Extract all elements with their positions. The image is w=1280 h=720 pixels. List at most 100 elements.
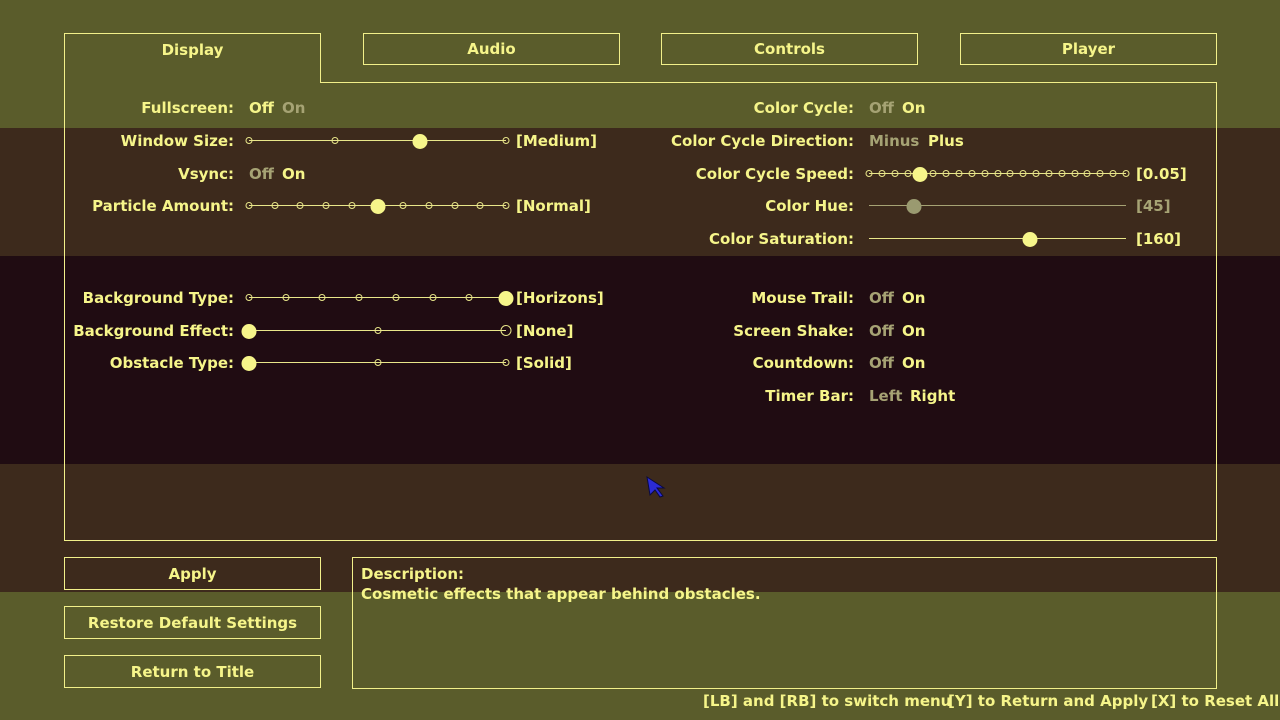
slider-track [869, 238, 1126, 239]
color-saturation-value: [160] [1136, 230, 1182, 248]
slider-knob[interactable] [906, 199, 922, 214]
color-hue-slider[interactable] [869, 196, 1126, 216]
description-box: Description: Cosmetic effects that appea… [352, 557, 1217, 689]
obstacle-type-slider[interactable] [241, 353, 510, 373]
slider-knob[interactable] [912, 167, 928, 182]
tab-display[interactable]: Display [64, 33, 321, 83]
slider-step-marker [502, 359, 510, 366]
obstacle-type-label: Obstacle Type: [109, 354, 234, 372]
mouse-cursor-icon [646, 476, 666, 498]
slider-step-marker [245, 294, 253, 301]
fullscreen-label: Fullscreen: [141, 99, 234, 117]
slider-step-marker [1045, 170, 1053, 177]
slider-step-marker [1096, 170, 1104, 177]
fullscreen-on-option[interactable]: On [282, 99, 305, 117]
timer-bar-left-option[interactable]: Left [869, 387, 902, 405]
window-size-label: Window Size: [120, 132, 234, 150]
color-hue-value: [45] [1136, 197, 1171, 215]
apply-button[interactable]: Apply [64, 557, 321, 590]
color-cycle-speed-slider[interactable] [865, 164, 1130, 184]
tab-player[interactable]: Player [960, 33, 1217, 65]
slider-step-marker [318, 294, 326, 301]
slider-step-marker [865, 170, 873, 177]
color-cycle-speed-value: [0.05] [1136, 165, 1187, 183]
tab-audio[interactable]: Audio [363, 33, 620, 65]
description-text: Cosmetic effects that appear behind obst… [361, 585, 761, 603]
slider-knob[interactable] [241, 356, 257, 371]
background-type-label: Background Type: [82, 289, 234, 307]
slider-step-marker [476, 202, 484, 209]
color-cycle-direction-minus-option[interactable]: Minus [869, 132, 919, 150]
fullscreen-off-option[interactable]: Off [249, 99, 274, 117]
vsync-on-option[interactable]: On [282, 165, 305, 183]
description-title: Description: [361, 565, 465, 583]
slider-knob[interactable] [1022, 232, 1038, 247]
slider-step-marker [1109, 170, 1117, 177]
background-effect-label: Background Effect: [73, 322, 234, 340]
slider-step-marker [968, 170, 976, 177]
slider-knob[interactable] [370, 199, 385, 214]
slider-knob[interactable] [498, 291, 514, 306]
slider-step-marker [355, 294, 363, 301]
slider-step-marker [322, 202, 330, 209]
countdown-on-option[interactable]: On [902, 354, 925, 372]
slider-knob[interactable] [241, 324, 257, 339]
mouse-trail-on-option[interactable]: On [902, 289, 925, 307]
color-cycle-direction-label: Color Cycle Direction: [671, 132, 854, 150]
slider-step-marker [981, 170, 989, 177]
slider-step-marker [296, 202, 304, 209]
slider-step-marker [1122, 170, 1130, 177]
slider-step-marker [1032, 170, 1040, 177]
slider-step-marker [878, 170, 886, 177]
color-saturation-slider[interactable] [869, 229, 1126, 249]
slider-step-marker [348, 202, 356, 209]
slider-track [249, 140, 506, 141]
color-cycle-speed-label: Color Cycle Speed: [695, 165, 854, 183]
slider-step-marker [374, 359, 381, 366]
slider-step-marker [1083, 170, 1091, 177]
background-type-slider[interactable] [245, 288, 514, 308]
slider-step-marker [1071, 170, 1079, 177]
slider-step-marker [245, 137, 253, 144]
timer-bar-right-option[interactable]: Right [910, 387, 955, 405]
screen-shake-label: Screen Shake: [733, 322, 854, 340]
vsync-off-option[interactable]: Off [249, 165, 274, 183]
slider-step-marker [1006, 170, 1014, 177]
particle-amount-value: [Normal] [516, 197, 591, 215]
color-cycle-direction-plus-option[interactable]: Plus [928, 132, 964, 150]
mouse-trail-off-option[interactable]: Off [869, 289, 894, 307]
settings-panel [64, 82, 1217, 541]
slider-step-marker [904, 170, 912, 177]
window-size-slider[interactable] [245, 131, 510, 151]
slider-knob[interactable] [412, 134, 428, 149]
mouse-trail-label: Mouse Trail: [751, 289, 854, 307]
background-effect-slider[interactable] [241, 321, 512, 341]
color-hue-label: Color Hue: [765, 197, 854, 215]
screen-shake-off-option[interactable]: Off [869, 322, 894, 340]
slider-step-marker [282, 294, 290, 301]
hint-switch-menu: [LB] and [RB] to switch menu [703, 692, 952, 710]
color-cycle-off-option[interactable]: Off [869, 99, 894, 117]
slider-step-marker [399, 202, 407, 209]
particle-amount-slider[interactable] [245, 196, 510, 216]
tab-controls[interactable]: Controls [661, 33, 918, 65]
return-to-title-button[interactable]: Return to Title [64, 655, 321, 688]
color-cycle-label: Color Cycle: [753, 99, 854, 117]
screen-shake-on-option[interactable]: On [902, 322, 925, 340]
slider-step-marker [1019, 170, 1027, 177]
window-size-value: [Medium] [516, 132, 597, 150]
vsync-label: Vsync: [178, 165, 234, 183]
restore-default-settings-button[interactable]: Restore Default Settings [64, 606, 321, 639]
countdown-label: Countdown: [752, 354, 854, 372]
countdown-off-option[interactable]: Off [869, 354, 894, 372]
slider-step-marker [929, 170, 937, 177]
slider-step-marker [502, 202, 510, 209]
color-cycle-on-option[interactable]: On [902, 99, 925, 117]
slider-step-marker [500, 325, 512, 336]
slider-step-marker [891, 170, 899, 177]
slider-step-marker [465, 294, 473, 301]
background-effect-value: [None] [516, 322, 574, 340]
slider-step-marker [374, 327, 381, 334]
background-type-value: [Horizons] [516, 289, 604, 307]
slider-step-marker [994, 170, 1001, 177]
